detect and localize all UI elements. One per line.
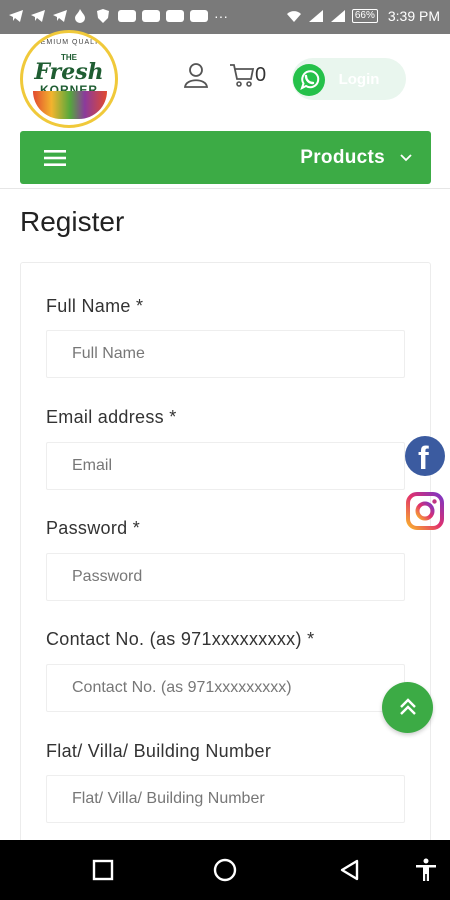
contact-input[interactable] (46, 664, 405, 712)
menu-icon[interactable] (44, 150, 66, 166)
fresh-korner-logo[interactable]: PREMIUM QUALITY THE Fresh KORNER (20, 30, 118, 128)
signal-icon (308, 9, 324, 23)
address-label: Flat/ Villa/ Building Number (46, 741, 272, 761)
telegram-icon (8, 9, 24, 23)
full-name-input[interactable] (46, 330, 405, 378)
logo-ring-text: PREMIUM QUALITY (29, 39, 109, 46)
password-label: Password * (46, 518, 141, 538)
whatsapp-icon[interactable] (292, 63, 326, 97)
email-input[interactable] (46, 442, 405, 490)
instagram-icon[interactable] (405, 491, 445, 531)
logo-vegetables (33, 91, 107, 119)
recent-apps-icon[interactable] (91, 858, 115, 882)
cart-icon[interactable] (229, 62, 255, 88)
fire-icon (74, 9, 90, 23)
telegram-icon (52, 9, 68, 23)
back-icon[interactable] (338, 858, 362, 882)
telegram-icon (30, 9, 46, 23)
youtube-icon (142, 10, 160, 22)
scroll-up-icon (400, 698, 416, 715)
logo-brand-top: Fresh (34, 59, 104, 85)
battery-indicator: 66% (351, 9, 378, 23)
facebook-glyph: f (418, 440, 429, 476)
products-navbar[interactable]: Products (20, 131, 431, 184)
products-menu-label[interactable]: Products (300, 147, 385, 169)
system-status: 66% 3:39 PM (286, 8, 440, 24)
full-name-label: Full Name * (46, 296, 144, 316)
page-title: Register (20, 206, 125, 237)
youtube-icon (118, 10, 136, 22)
cart-count[interactable]: 0 (255, 64, 266, 87)
signal-icon (330, 9, 346, 23)
email-label: Email address * (46, 407, 177, 427)
chevron-down-icon[interactable] (399, 150, 413, 164)
scroll-to-top-button[interactable] (382, 682, 433, 733)
system-navigation-bar (0, 840, 450, 900)
password-input[interactable] (46, 553, 405, 601)
notification-icons: ··· (8, 8, 228, 24)
status-bar: ··· 66% 3:39 PM (0, 0, 450, 34)
clock: 3:39 PM (387, 8, 440, 24)
wifi-icon (286, 9, 302, 23)
more-notifications-icon: ··· (214, 8, 228, 24)
youtube-icon (166, 10, 184, 22)
facebook-icon[interactable]: f (405, 436, 445, 476)
home-icon[interactable] (213, 858, 237, 882)
header-divider (0, 188, 450, 189)
user-icon[interactable] (183, 62, 209, 88)
youtube-icon (190, 10, 208, 22)
accessibility-icon[interactable] (414, 858, 438, 882)
address-input[interactable] (46, 775, 405, 823)
contact-label: Contact No. (as 971xxxxxxxxx) * (46, 629, 315, 649)
shield-icon (96, 9, 112, 23)
